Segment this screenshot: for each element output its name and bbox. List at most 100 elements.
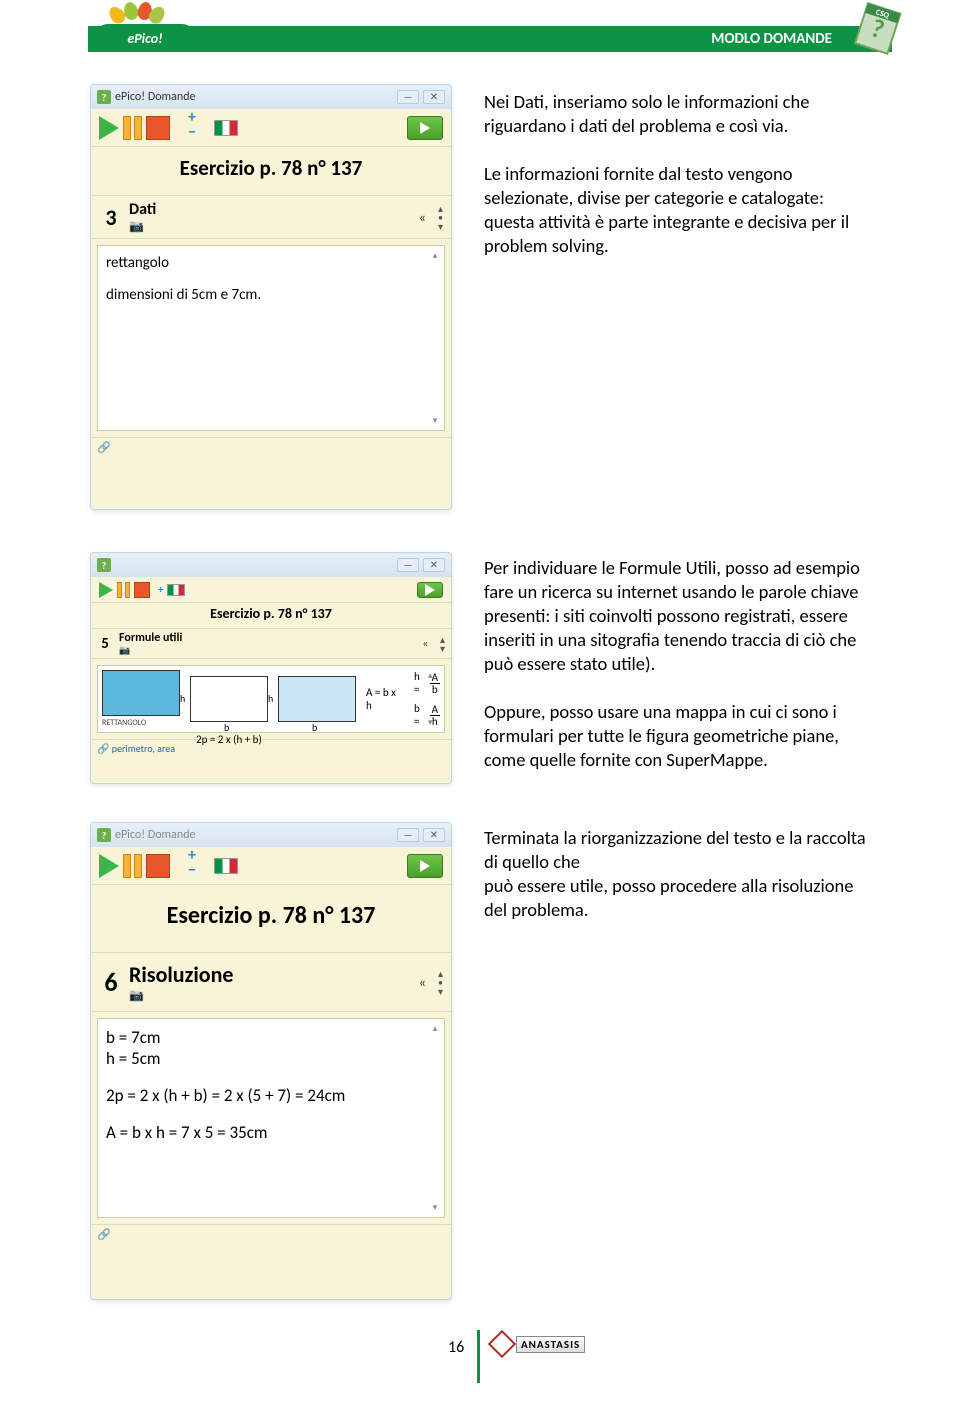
pause-button[interactable] [123, 854, 142, 878]
language-flag-it[interactable] [167, 584, 185, 596]
stop-button[interactable] [146, 854, 170, 878]
anastasis-mark [492, 1334, 512, 1354]
zoom-in-button[interactable]: + [188, 113, 196, 123]
footer-divider [477, 1330, 480, 1383]
section-header[interactable]: 3 Dati 📷 « ▴•▾ [91, 195, 451, 239]
play-button[interactable] [99, 582, 113, 598]
zoom-in-button[interactable]: + [188, 851, 196, 861]
anastasis-logo: ANASTASIS [492, 1334, 585, 1354]
play-small-button[interactable] [407, 854, 443, 878]
csq-badge: CSQ? [850, 2, 908, 60]
play-button[interactable] [99, 854, 119, 878]
text-line: dimensioni di 5cm e 7cm. [106, 286, 436, 304]
exercise-title: Esercizio p. 78 n° 137 [91, 155, 451, 181]
status-strip: 🔗 [91, 1224, 451, 1246]
stop-button[interactable] [146, 116, 170, 140]
scrollbar[interactable]: ▴▾ [428, 250, 442, 426]
pause-button[interactable] [123, 116, 142, 140]
label-b: b [312, 721, 317, 734]
zoom-out-button[interactable]: − [188, 123, 196, 142]
spinner-icon[interactable]: ▴▾ [440, 635, 445, 653]
app-icon: ? [97, 90, 111, 104]
window-title: ePico! Domande [115, 828, 195, 842]
close-button[interactable]: ✕ [423, 828, 445, 842]
window-titlebar[interactable]: ? ePico! Domande — ✕ [91, 823, 451, 847]
body-paragraph: Terminata la riorganizzazione del testo … [484, 826, 876, 922]
calc-line: b = 7cm [106, 1027, 436, 1048]
shape-label: RETTANGOLO [102, 718, 146, 728]
stop-button[interactable] [134, 582, 150, 598]
formula-b: b = [414, 702, 428, 728]
link-icon[interactable]: 🔗 [97, 441, 111, 454]
collapse-icon[interactable]: « [419, 974, 426, 991]
exercise-title: Esercizio p. 78 n° 137 [91, 603, 451, 628]
exercise-title: Esercizio p. 78 n° 137 [91, 901, 451, 930]
play-small-button[interactable] [407, 116, 443, 140]
body-paragraph: Per individuare le Formule Utili, posso … [484, 556, 876, 772]
window-risoluzione: ? ePico! Domande — ✕ +− Esercizio p. 78 n… [90, 822, 452, 1300]
link-strip[interactable]: 🔗 perimetro, area [91, 739, 451, 757]
header-bar: MODLO DOMANDE [88, 26, 892, 52]
spinner-icon[interactable]: ▴•▾ [438, 969, 443, 996]
window-formule: ? — ✕ + Esercizio p. 78 n° 137 5 Formule … [90, 552, 452, 784]
collapse-icon[interactable]: « [422, 637, 428, 650]
section-label: Risoluzione [129, 961, 233, 988]
play-small-button[interactable] [417, 582, 443, 598]
window-title: ePico! Domande [115, 90, 195, 104]
link-icon[interactable]: 🔗 [97, 1228, 111, 1241]
minimize-button[interactable]: — [397, 90, 419, 104]
logo-text: ePico! [127, 30, 162, 47]
rectangle-outline [190, 676, 268, 722]
text-line: rettangolo [106, 254, 436, 272]
anastasis-text: ANASTASIS [516, 1336, 585, 1353]
camera-icon[interactable]: 📷 [119, 645, 182, 656]
calc-line: 2p = 2 x (h + b) = 2 x (5 + 7) = 24cm [106, 1085, 436, 1106]
pause-button[interactable] [117, 582, 130, 598]
section-number: 3 [99, 204, 123, 231]
spinner-icon[interactable]: ▴•▾ [438, 204, 443, 231]
section-label: Dati [129, 200, 156, 219]
camera-icon[interactable]: 📷 [129, 988, 233, 1003]
app-icon: ? [97, 558, 111, 572]
collapse-icon[interactable]: « [419, 209, 426, 226]
body-paragraph: Nei Dati, inseriamo solo le informazioni… [484, 90, 876, 258]
zoom-in-button[interactable]: + [158, 583, 163, 596]
label-h: h [268, 692, 273, 705]
section-header[interactable]: 6 Risoluzione 📷 « ▴•▾ [91, 952, 451, 1012]
language-flag-it[interactable] [214, 120, 238, 136]
risoluzione-textarea[interactable]: b = 7cm h = 5cm 2p = 2 x (h + b) = 2 x (… [97, 1018, 445, 1218]
toolbar: + − [91, 109, 451, 147]
toolbar: + [91, 577, 451, 603]
formula-h: h = [414, 670, 428, 696]
calc-line: h = 5cm [106, 1048, 436, 1069]
rectangle-shape [102, 670, 180, 716]
toolbar: +− [91, 847, 451, 885]
language-flag-it[interactable] [214, 858, 238, 874]
page-number: 16 [448, 1338, 464, 1357]
minimize-button[interactable]: — [397, 828, 419, 842]
window-titlebar[interactable]: ? ePico! Domande — ✕ [91, 85, 451, 109]
formula-area[interactable]: RETTANGOLO h b 2p = 2 x (h + b) h b A = … [97, 665, 445, 733]
section-number: 6 [99, 966, 123, 998]
close-button[interactable]: ✕ [423, 90, 445, 104]
scrollbar[interactable]: ▴▾ [428, 1023, 442, 1213]
zoom-out-button[interactable]: − [188, 861, 196, 880]
minimize-button[interactable]: — [397, 558, 419, 572]
section-header[interactable]: 5 Formule utili 📷 « ▴▾ [91, 628, 451, 659]
close-button[interactable]: ✕ [423, 558, 445, 572]
window-titlebar[interactable]: ? — ✕ [91, 553, 451, 577]
play-button[interactable] [99, 116, 119, 140]
calc-line: A = b x h = 7 x 5 = 35cm [106, 1122, 436, 1143]
section-label: Formule utili [119, 631, 182, 645]
section-number: 5 [97, 635, 113, 653]
label-h: h [180, 692, 185, 705]
camera-icon[interactable]: 📷 [129, 219, 156, 234]
scrollbar[interactable]: ▴▾ [428, 670, 442, 728]
header-title: MODLO DOMANDE [711, 30, 832, 48]
window-dati: ? ePico! Domande — ✕ + − Esercizio p. 78… [90, 84, 452, 510]
formula-area: A = b x h [366, 686, 404, 712]
epico-logo: ePico! [94, 6, 200, 54]
app-icon: ? [97, 828, 111, 842]
dati-textarea[interactable]: rettangolo dimensioni di 5cm e 7cm. ▴▾ [97, 245, 445, 431]
formula-perimeter: 2p = 2 x (h + b) [196, 733, 262, 746]
